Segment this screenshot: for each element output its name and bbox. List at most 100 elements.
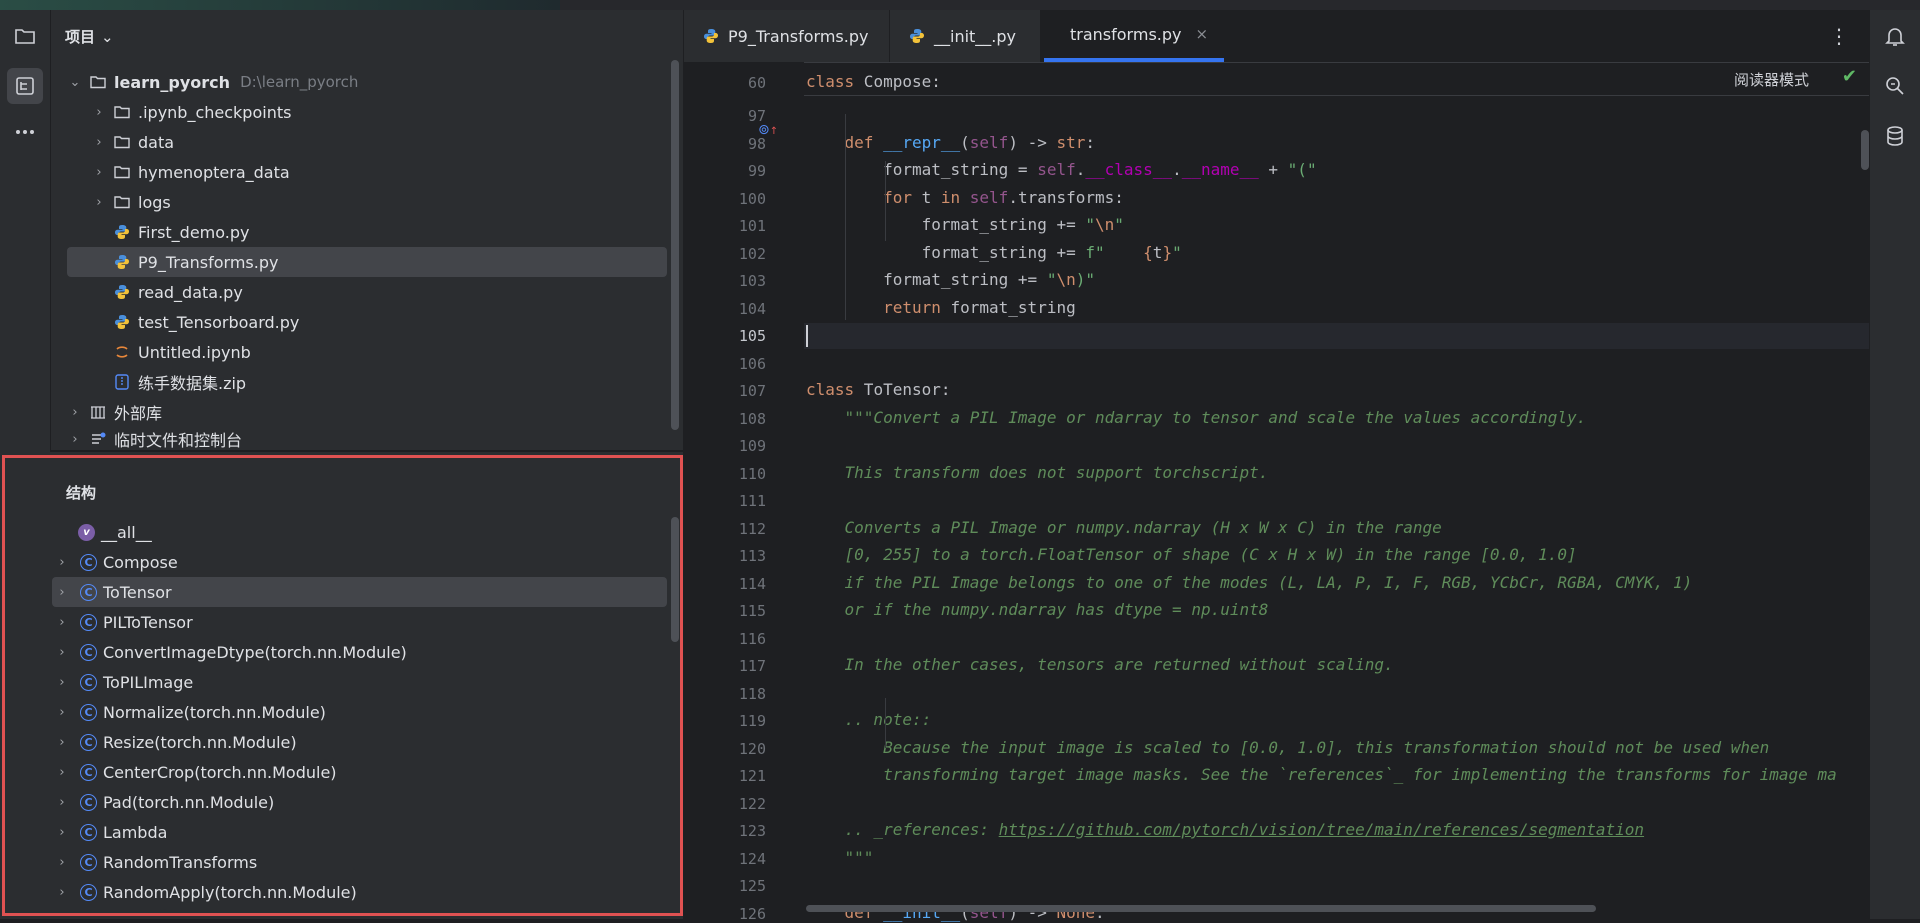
code-line[interactable]: class ToTensor: — [806, 380, 951, 399]
chevron-down-icon[interactable]: ⌄ — [67, 75, 83, 90]
code-line[interactable]: def __repr__(self) -> str: — [806, 133, 1096, 152]
code-line[interactable]: or if the numpy.ndarray has dtype = np.u… — [806, 600, 1269, 619]
chevron-right-icon[interactable]: › — [54, 645, 70, 660]
struct-item-pad[interactable]: › C Pad(torch.nn.Module) — [52, 787, 667, 817]
database-button[interactable] — [1883, 124, 1907, 148]
structure-tool-button[interactable] — [7, 68, 43, 104]
tree-row-first-demo[interactable]: First_demo.py — [113, 217, 249, 247]
tree-row-read-data[interactable]: read_data.py — [113, 277, 243, 307]
project-scrollbar[interactable] — [671, 60, 679, 430]
tree-row-data[interactable]: › data — [91, 127, 174, 157]
code-token: format_string — [940, 297, 1076, 317]
tree-row-scratches[interactable]: › 临时文件和控制台 — [67, 427, 242, 451]
chevron-right-icon[interactable]: › — [54, 555, 70, 570]
reader-mode-button[interactable]: 阅读器模式 — [1734, 69, 1809, 90]
tree-row-ipynb-checkpoints[interactable]: › .ipynb_checkpoints — [91, 97, 291, 127]
close-icon[interactable]: × — [1195, 25, 1208, 43]
editor-vertical-scrollbar[interactable] — [1861, 130, 1869, 170]
struct-item-label: Normalize(torch.nn.Module) — [103, 702, 326, 722]
folder-icon — [89, 73, 107, 91]
code-line[interactable]: format_string += "\n)" — [806, 270, 1095, 289]
tree-row-test-tensorboard[interactable]: test_Tensorboard.py — [113, 307, 299, 337]
inspection-ok-icon[interactable]: ✔ — [1842, 66, 1857, 87]
code-line[interactable]: [0, 255] to a torch.FloatTensor of shape… — [806, 545, 1577, 564]
code-line[interactable]: for t in self.transforms: — [806, 188, 1124, 207]
code-token: transforming target image masks. See the… — [883, 765, 1837, 784]
struct-item-compose[interactable]: › C Compose — [52, 547, 667, 577]
struct-item-topilimage[interactable]: › C ToPILImage — [52, 667, 667, 697]
code-token: \n — [1056, 270, 1076, 289]
chevron-right-icon[interactable]: › — [54, 675, 70, 690]
chevron-right-icon[interactable]: › — [54, 885, 70, 900]
code-line[interactable]: transforming target image masks. See the… — [806, 765, 1837, 784]
code-line[interactable]: .. _references: https://github.com/pytor… — [806, 820, 1645, 839]
code-line[interactable]: Converts a PIL Image or numpy.ndarray (H… — [806, 518, 1442, 537]
code-line[interactable]: This transform does not support torchscr… — [806, 463, 1269, 482]
text-caret — [806, 325, 808, 347]
editor-horizontal-scrollbar[interactable] — [806, 905, 1596, 912]
code-line[interactable]: In the other cases, tensors are returned… — [806, 655, 1394, 674]
chevron-right-icon[interactable]: › — [54, 705, 70, 720]
tree-row-project-root[interactable]: ⌄ learn_pyorch D:\learn_pyorch — [67, 67, 359, 97]
chevron-right-icon[interactable]: › — [91, 105, 107, 120]
struct-item-centercrop[interactable]: › C CenterCrop(torch.nn.Module) — [52, 757, 667, 787]
chevron-right-icon[interactable]: › — [54, 795, 70, 810]
code-token: __class__ — [1085, 160, 1173, 179]
code-token: in — [940, 187, 961, 207]
code-line[interactable]: """Convert a PIL Image or ndarray to ten… — [806, 408, 1587, 427]
chevron-right-icon[interactable]: › — [91, 165, 107, 180]
struct-item-convertimagedtype[interactable]: › C ConvertImageDtype(torch.nn.Module) — [52, 637, 667, 667]
chevron-right-icon[interactable]: › — [54, 735, 70, 750]
code-line[interactable]: format_string += "\n" — [806, 215, 1124, 234]
more-tools-button[interactable] — [7, 114, 43, 150]
chevron-right-icon[interactable]: › — [54, 825, 70, 840]
struct-item-piltotensor[interactable]: › C PILToTensor — [52, 607, 667, 637]
chevron-right-icon[interactable]: › — [54, 855, 70, 870]
code-line[interactable]: Because the input image is scaled to [0.… — [806, 738, 1769, 757]
tab-transforms[interactable]: transforms.py × — [1044, 10, 1224, 62]
code-line[interactable]: .. note:: — [806, 710, 932, 729]
chevron-right-icon[interactable]: › — [91, 195, 107, 210]
tree-row-untitled-ipynb[interactable]: Untitled.ipynb — [113, 337, 251, 367]
code-line[interactable]: return format_string — [806, 298, 1076, 317]
struct-item-lambda[interactable]: › C Lambda — [52, 817, 667, 847]
structure-scrollbar[interactable] — [671, 517, 679, 642]
struct-item-resize[interactable]: › C Resize(torch.nn.Module) — [52, 727, 667, 757]
project-pane-header[interactable]: 项目 ⌄ — [65, 26, 114, 47]
struct-item-totensor[interactable]: › C ToTensor — [52, 577, 667, 607]
tree-row-logs[interactable]: › logs — [91, 187, 170, 217]
tab-label: P9_Transforms.py — [728, 26, 869, 46]
code-line[interactable]: """ — [806, 848, 874, 867]
tree-row-hymenoptera-data[interactable]: › hymenoptera_data — [91, 157, 289, 187]
tab-p9-transforms[interactable]: P9_Transforms.py — [684, 10, 889, 62]
code-line[interactable]: format_string = self.__class__.__name__ … — [806, 160, 1317, 179]
code-line[interactable]: format_string += f" {t}" — [806, 243, 1182, 262]
chevron-right-icon[interactable]: › — [54, 615, 70, 630]
code-line[interactable]: if the PIL Image belongs to one of the m… — [806, 573, 1693, 592]
library-icon — [89, 403, 107, 421]
struct-item-randomtransforms[interactable]: › C RandomTransforms — [52, 847, 667, 877]
struct-item-normalize[interactable]: › C Normalize(torch.nn.Module) — [52, 697, 667, 727]
notifications-button[interactable] — [1883, 24, 1907, 48]
tab-init[interactable]: __init__.py — [890, 10, 1040, 62]
struct-item-all[interactable]: v __all__ — [52, 517, 693, 547]
chevron-right-icon[interactable]: › — [91, 135, 107, 150]
ai-assistant-button[interactable] — [1883, 74, 1907, 98]
struct-item-randomapply[interactable]: › C RandomApply(torch.nn.Module) — [52, 877, 667, 907]
struct-item-label: Lambda — [103, 822, 168, 842]
tree-item-label: test_Tensorboard.py — [138, 312, 300, 332]
chevron-right-icon[interactable]: › — [54, 585, 70, 600]
tree-row-p9-transforms[interactable]: P9_Transforms.py — [67, 247, 667, 277]
chevron-right-icon[interactable]: › — [54, 765, 70, 780]
project-tool-button[interactable] — [7, 18, 43, 54]
chevron-right-icon[interactable]: › — [67, 432, 83, 447]
code-line[interactable]: class Compose: — [806, 72, 941, 91]
tab-menu-icon[interactable]: ⋮ — [1829, 24, 1849, 48]
chevron-right-icon[interactable]: › — [67, 405, 83, 420]
tree-row-practice-zip[interactable]: 练手数据集.zip — [113, 367, 246, 397]
tree-row-external-libraries[interactable]: › 外部库 — [67, 397, 162, 427]
structure-pane-title: 结构 — [66, 484, 97, 502]
